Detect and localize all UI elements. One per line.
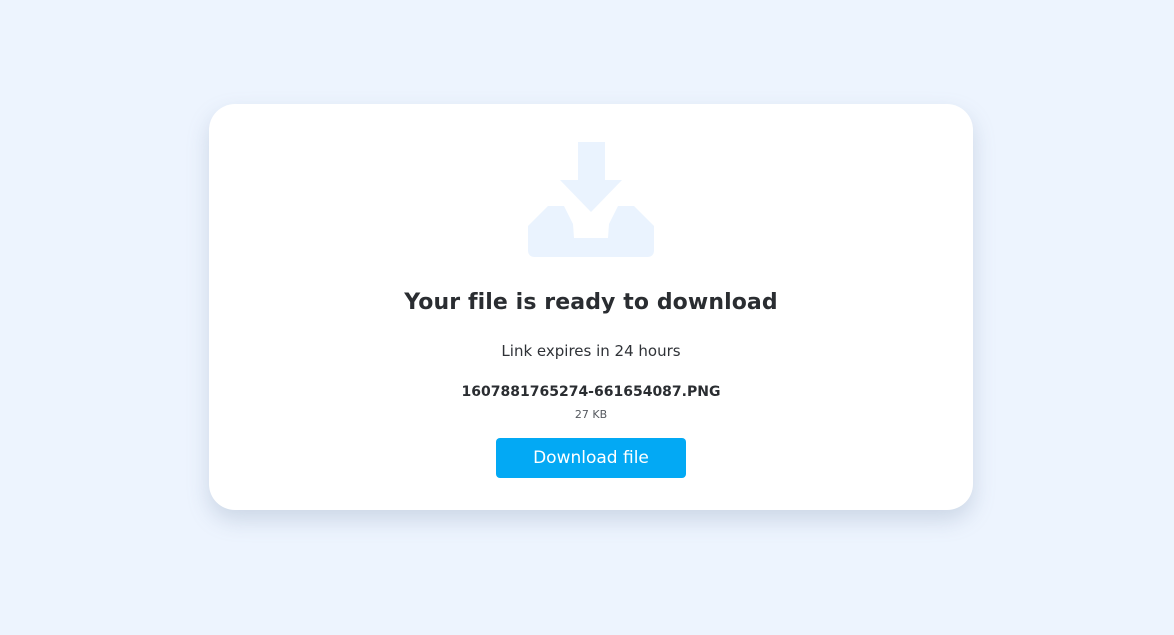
download-file-button[interactable]: Download file (496, 438, 686, 478)
file-name: 1607881765274-661654087.PNG (461, 384, 721, 400)
download-tray-icon (528, 142, 654, 257)
download-card: Your file is ready to download Link expi… (209, 104, 973, 510)
page-title: Your file is ready to download (404, 290, 778, 315)
expiry-notice: Link expires in 24 hours (501, 342, 681, 360)
file-size: 27 KB (574, 408, 608, 421)
